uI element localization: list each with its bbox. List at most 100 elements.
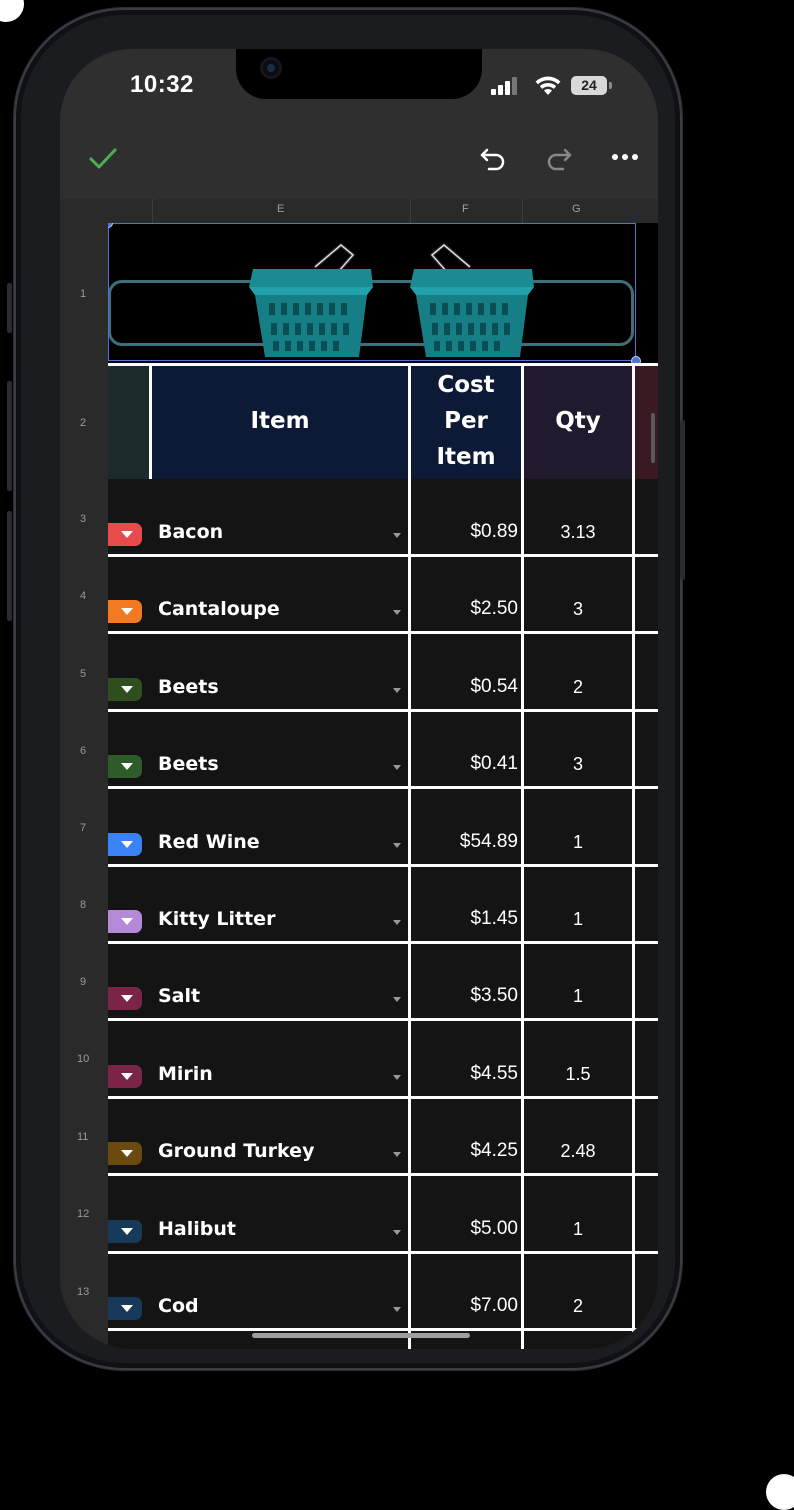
redo-icon[interactable]: [544, 142, 574, 172]
qty-cell[interactable]: 3: [524, 754, 632, 775]
table-row[interactable]: Mirin $4.55 1.5: [108, 1021, 658, 1098]
row-number[interactable]: 5: [80, 668, 86, 680]
checkmark-icon[interactable]: [88, 143, 118, 173]
category-dropdown-chip[interactable]: [108, 523, 142, 546]
item-cell[interactable]: Bacon: [158, 521, 223, 543]
column-header-g[interactable]: G: [522, 199, 658, 224]
item-cell[interactable]: Beets: [158, 676, 219, 698]
row-number[interactable]: 4: [80, 590, 86, 602]
row-number[interactable]: 11: [77, 1131, 88, 1143]
header-cell-category[interactable]: [108, 363, 150, 479]
qty-cell[interactable]: 1: [524, 909, 632, 930]
cost-cell[interactable]: $0.89: [411, 521, 518, 543]
cost-cell[interactable]: $4.55: [411, 1063, 518, 1085]
vertical-scrollbar[interactable]: [651, 413, 655, 463]
selection-box[interactable]: [108, 223, 636, 361]
qty-cell[interactable]: 2.48: [524, 1141, 632, 1162]
cost-cell[interactable]: $7.00: [411, 1295, 518, 1317]
qty-cell[interactable]: 1.5: [524, 1064, 632, 1085]
row-number[interactable]: 10: [77, 1053, 89, 1065]
category-dropdown-chip[interactable]: [108, 1065, 142, 1088]
row-number[interactable]: 7: [80, 822, 86, 834]
row-number-column: 1 2 3 4 5 6 7 8 9 10 11 12 13: [60, 223, 108, 1349]
cost-cell[interactable]: $54.89: [411, 831, 518, 853]
volume-up-button: [7, 381, 12, 491]
category-dropdown-chip[interactable]: [108, 1297, 142, 1320]
more-horizontal-icon[interactable]: [610, 149, 640, 165]
cost-cell[interactable]: $4.25: [411, 1140, 518, 1162]
dropdown-caret-icon[interactable]: [393, 1152, 401, 1157]
row-number[interactable]: 2: [80, 417, 86, 429]
category-dropdown-chip[interactable]: [108, 755, 142, 778]
cost-cell[interactable]: $1.45: [411, 908, 518, 930]
dropdown-caret-icon[interactable]: [393, 610, 401, 615]
dropdown-caret-icon[interactable]: [393, 997, 401, 1002]
qty-cell[interactable]: 1: [524, 832, 632, 853]
qty-cell[interactable]: 3.13: [524, 522, 632, 543]
dropdown-caret-icon[interactable]: [393, 533, 401, 538]
row-number[interactable]: 6: [80, 745, 86, 757]
category-dropdown-chip[interactable]: [108, 678, 142, 701]
header-cell-qty[interactable]: Qty: [524, 363, 632, 479]
table-row[interactable]: Salt $3.50 1: [108, 943, 658, 1020]
category-dropdown-chip[interactable]: [108, 910, 142, 933]
item-cell[interactable]: Beets: [158, 753, 219, 775]
dropdown-caret-icon[interactable]: [393, 1307, 401, 1312]
item-cell[interactable]: Ground Turkey: [158, 1140, 314, 1162]
table-row[interactable]: Kitty Litter $1.45 1: [108, 866, 658, 943]
category-dropdown-chip[interactable]: [108, 600, 142, 623]
table-row[interactable]: Red Wine $54.89 1: [108, 789, 658, 866]
category-dropdown-chip[interactable]: [108, 987, 142, 1010]
dropdown-caret-icon[interactable]: [393, 843, 401, 848]
qty-cell[interactable]: 1: [524, 986, 632, 1007]
camera-icon: [260, 57, 282, 79]
dropdown-caret-icon[interactable]: [393, 1075, 401, 1080]
item-cell[interactable]: Kitty Litter: [158, 908, 275, 930]
undo-icon[interactable]: [478, 142, 508, 172]
row-number[interactable]: 8: [80, 899, 86, 911]
qty-cell[interactable]: 1: [524, 1219, 632, 1240]
table-row[interactable]: Beets $0.54 2: [108, 634, 658, 711]
row-number[interactable]: 13: [77, 1286, 89, 1298]
dropdown-caret-icon[interactable]: [393, 920, 401, 925]
item-cell[interactable]: Halibut: [158, 1218, 236, 1240]
wifi-icon: [535, 76, 561, 95]
cost-cell[interactable]: $2.50: [411, 598, 518, 620]
dropdown-caret-icon[interactable]: [393, 1230, 401, 1235]
item-cell[interactable]: Cantaloupe: [158, 598, 280, 620]
row-number[interactable]: 12: [77, 1208, 89, 1220]
category-dropdown-chip[interactable]: [108, 833, 142, 856]
item-cell[interactable]: Mirin: [158, 1063, 213, 1085]
column-header-e[interactable]: E: [152, 199, 410, 224]
qty-cell[interactable]: 3: [524, 599, 632, 620]
dropdown-caret-icon[interactable]: [393, 765, 401, 770]
category-dropdown-chip[interactable]: [108, 1142, 142, 1165]
row-number[interactable]: 3: [80, 513, 86, 525]
table-row[interactable]: Halibut $5.00 1: [108, 1176, 658, 1253]
table-row[interactable]: Beets $0.41 3: [108, 711, 658, 788]
qty-cell[interactable]: 2: [524, 1296, 632, 1317]
qty-cell[interactable]: 2: [524, 677, 632, 698]
header-cell-cost[interactable]: Cost Per Item: [411, 363, 521, 479]
table-row[interactable]: Bacon $0.89 3.13: [108, 479, 658, 556]
item-cell[interactable]: Cod: [158, 1295, 199, 1317]
category-dropdown-chip[interactable]: [108, 1220, 142, 1243]
table-row[interactable]: Cod $7.00 2: [108, 1253, 658, 1330]
item-cell[interactable]: Salt: [158, 985, 200, 1007]
item-cell[interactable]: Red Wine: [158, 831, 260, 853]
row-number[interactable]: 9: [80, 976, 86, 988]
table-row[interactable]: Ground Turkey $4.25 2.48: [108, 1098, 658, 1175]
image-row: [108, 223, 658, 366]
table-row[interactable]: Cantaloupe $2.50 3: [108, 556, 658, 633]
dropdown-caret-icon[interactable]: [393, 688, 401, 693]
row-number[interactable]: 1: [80, 288, 86, 300]
cost-cell[interactable]: $3.50: [411, 985, 518, 1007]
cost-cell[interactable]: $5.00: [411, 1218, 518, 1240]
cell-grid[interactable]: Item Cost Per Item Qty Bacon $0.89 3.13 Can…: [108, 223, 658, 1349]
header-cell-item[interactable]: Item: [152, 363, 408, 479]
home-indicator[interactable]: [252, 1333, 470, 1338]
cost-cell[interactable]: $0.54: [411, 676, 518, 698]
column-header-f[interactable]: F: [410, 199, 522, 224]
cost-cell[interactable]: $0.41: [411, 753, 518, 775]
spreadsheet[interactable]: E F G 1 2 3 4 5 6 7 8 9 10 11 12 13 Item…: [60, 199, 658, 1349]
